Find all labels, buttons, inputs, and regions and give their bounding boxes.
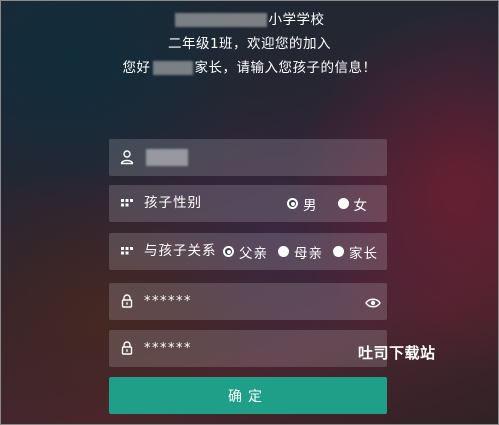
radio-checked-icon[interactable]: [223, 246, 234, 257]
relation-option-mother[interactable]: 母亲: [278, 242, 323, 262]
greeting-line: 您好 家长，请输入您孩子的信息！: [0, 56, 499, 80]
relation-option-label: 母亲: [294, 245, 323, 262]
grid-icon: [119, 195, 135, 211]
relation-option-father[interactable]: 父亲: [223, 242, 268, 262]
relation-option-guardian[interactable]: 家长: [333, 242, 378, 262]
gender-field: 孩子性别 男 女: [109, 185, 387, 222]
password-value: ******: [144, 294, 192, 309]
radio-checked-icon[interactable]: [287, 198, 298, 209]
school-suffix: 小学学校: [268, 12, 325, 28]
school-name-line: 小学学校: [0, 8, 499, 32]
user-icon: [119, 149, 135, 165]
watermark-text: 吐司下载站: [358, 344, 436, 362]
relation-label: 与孩子关系: [144, 243, 217, 259]
eye-icon[interactable]: [365, 295, 381, 309]
relation-field: 与孩子关系 父亲 母亲 家长: [109, 233, 387, 270]
gender-option-male[interactable]: 男: [287, 194, 318, 214]
confirm-password-field[interactable]: ******: [109, 330, 387, 367]
redacted-school-name: [174, 13, 267, 27]
gender-radio-group: 男 女: [287, 185, 368, 222]
relation-option-label: 父亲: [239, 245, 268, 262]
greeting-prefix: 您好: [122, 60, 151, 76]
confirm-password-value: ******: [144, 341, 192, 356]
grid-icon: [119, 243, 135, 259]
gender-option-female[interactable]: 女: [337, 194, 369, 214]
gender-option-label: 女: [353, 197, 368, 214]
welcome-line: 二年级1班，欢迎您的加入: [167, 36, 332, 52]
radio-unchecked-icon[interactable]: [337, 198, 349, 209]
gender-label: 孩子性别: [144, 195, 202, 211]
lock-icon: [119, 340, 135, 356]
welcome-header: 小学学校 二年级1班，欢迎您的加入 您好 家长，请输入您孩子的信息！: [0, 8, 499, 80]
radio-unchecked-icon[interactable]: [333, 246, 344, 257]
relation-radio-group: 父亲 母亲 家长: [223, 233, 378, 270]
greeting-suffix: 家长，请输入您孩子的信息！: [194, 60, 377, 76]
password-field[interactable]: ******: [109, 283, 387, 320]
gender-option-label: 男: [303, 197, 318, 214]
redacted-child-name-value: [146, 149, 188, 166]
lock-icon: [119, 293, 135, 309]
redacted-child-name: [152, 61, 193, 75]
confirm-button[interactable]: 确定: [109, 377, 387, 414]
child-name-field[interactable]: [109, 139, 387, 176]
relation-option-label: 家长: [349, 245, 378, 262]
radio-unchecked-icon[interactable]: [278, 246, 289, 257]
